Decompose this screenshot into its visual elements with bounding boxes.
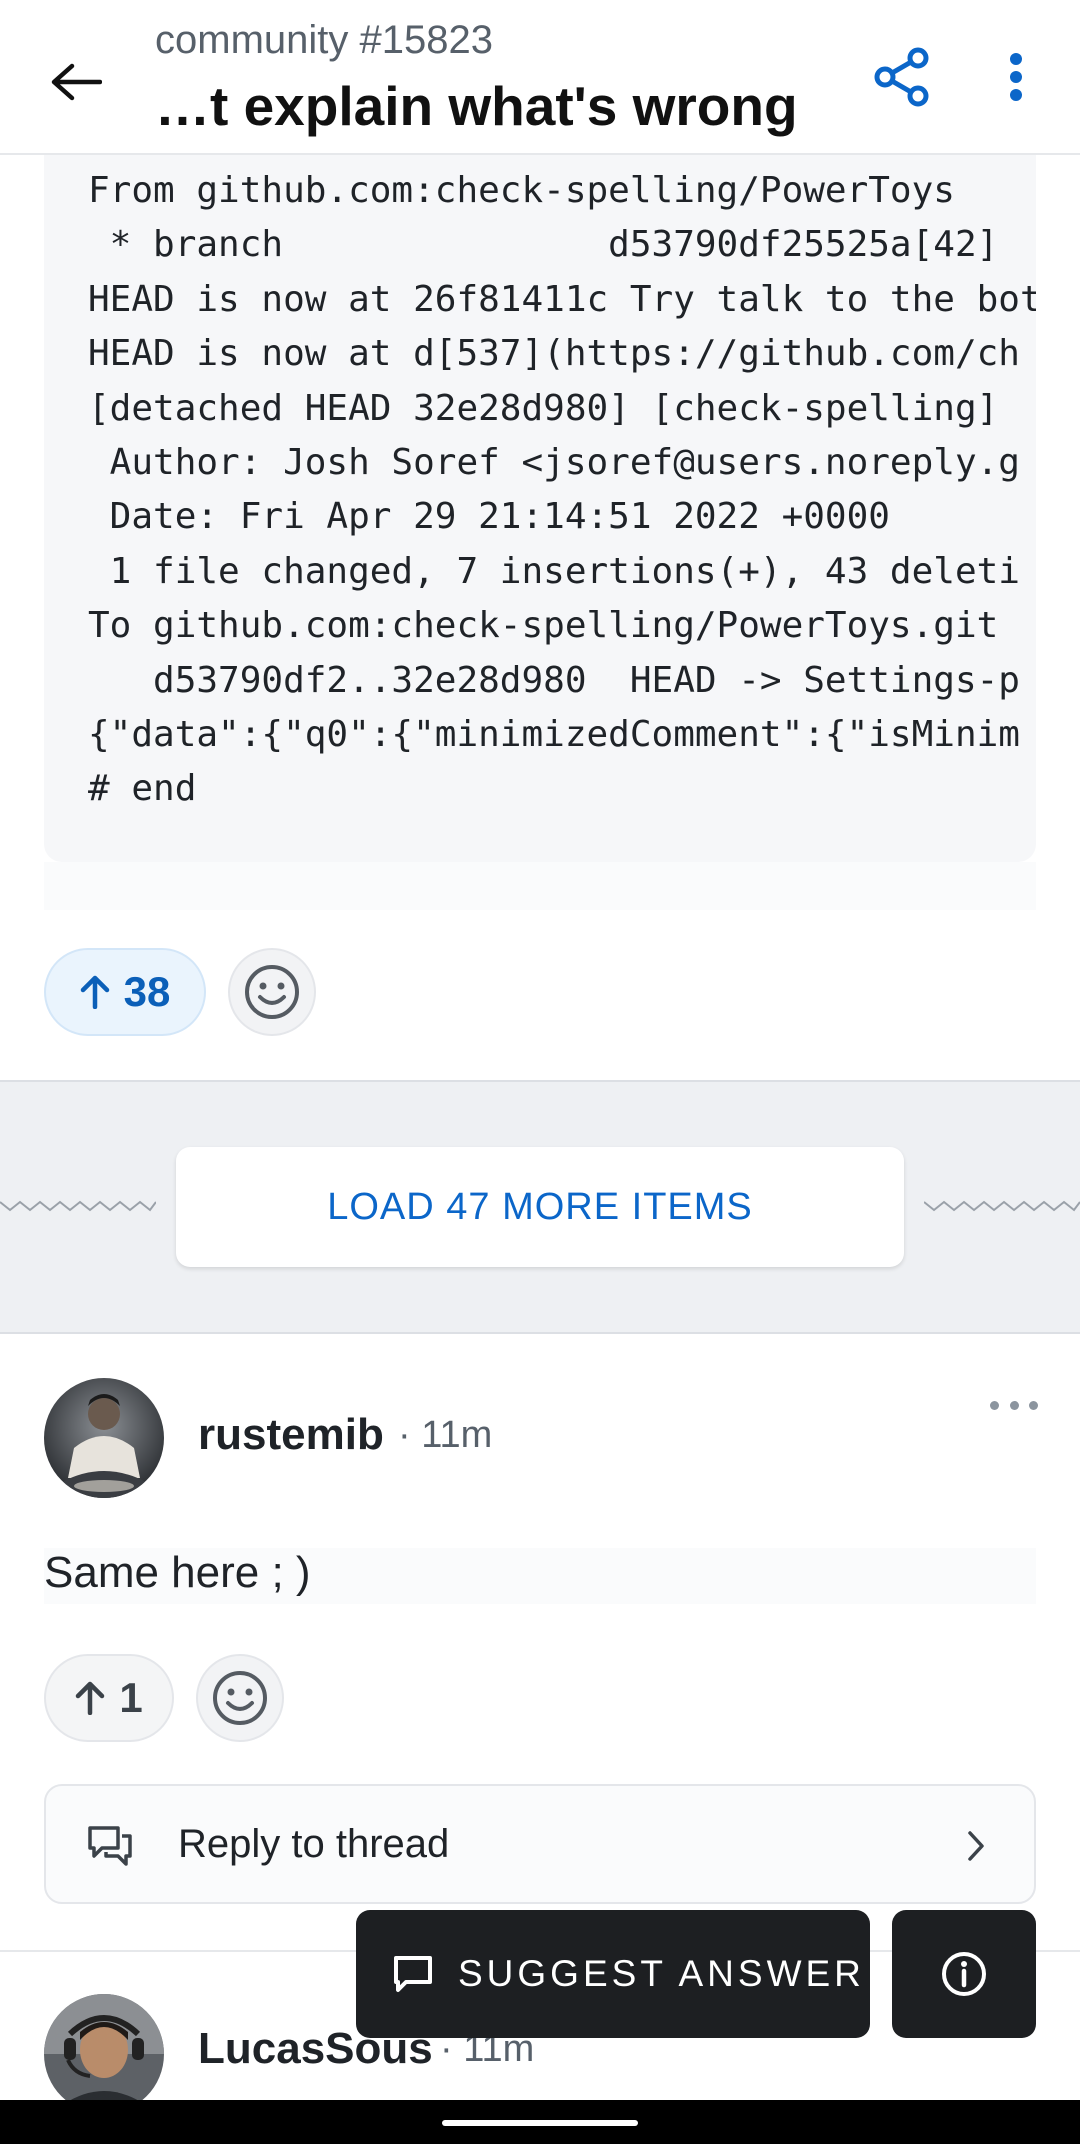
avatar[interactable] <box>44 1994 164 2114</box>
chat-bubbles-icon <box>88 1826 132 1866</box>
back-button[interactable] <box>44 50 108 114</box>
code-line: Author: Josh Soref <jsoref@users.noreply… <box>88 442 1020 483</box>
chevron-right-icon <box>968 1831 984 1861</box>
user-avatar-image <box>44 1994 164 2114</box>
page-title: …t explain what's wrong <box>155 75 798 137</box>
info-button[interactable] <box>892 1910 1036 2038</box>
code-line: [detached HEAD 32e28d980] [check-spellin… <box>88 387 1020 429</box>
comment-options-button[interactable] <box>990 1390 1038 1420</box>
home-gesture-handle[interactable] <box>442 2120 638 2126</box>
upvote-count: 38 <box>123 968 171 1015</box>
code-block: From github.com:check-spelling/PowerToys… <box>44 150 1036 862</box>
arrow-up-icon <box>80 975 109 1009</box>
comment-upvote-button[interactable]: 1 <box>44 1654 174 1742</box>
dot-icon <box>990 1400 999 1410</box>
code-line: 1 file changed, 7 insertions(+), 43 dele… <box>88 550 1020 592</box>
comment-body: Same here ; ) <box>44 1548 1036 1604</box>
comment-timestamp: · 11m <box>398 1414 493 1456</box>
arrow-up-icon <box>76 1681 105 1715</box>
zigzag-divider-right <box>924 1200 1080 1212</box>
smiley-icon <box>213 1671 267 1725</box>
comment-icon <box>394 1956 432 1992</box>
dot-icon <box>1029 1400 1038 1410</box>
code-line: HEAD is now at 26f81411c Try talk to the… <box>88 278 1036 320</box>
code-line: Date: Fri Apr 29 21:14:51 2022 +0000 <box>88 496 890 538</box>
load-more-button[interactable]: LOAD 47 MORE ITEMS <box>176 1147 904 1267</box>
code-line: To github.com:check-spelling/PowerToys.g… <box>88 605 999 647</box>
suggest-answer-label: SUGGEST ANSWER <box>458 1953 865 1994</box>
reply-to-thread-button[interactable]: Reply to thread <box>44 1784 1036 1904</box>
code-line: d53790df2..32e28d980 HEAD -> Settings-p <box>88 659 1020 701</box>
code-line: {"data":{"q0":{"minimizedComment":{"isMi… <box>88 714 1020 755</box>
suggest-answer-button[interactable]: SUGGEST ANSWER <box>356 1910 870 2038</box>
code-line: # end <box>88 768 197 810</box>
community-label: community #15823 <box>155 18 493 62</box>
more-vertical-icon <box>1010 53 1022 101</box>
comment-author[interactable]: rustemib <box>198 1410 384 1460</box>
overflow-menu-button[interactable] <box>988 45 1044 109</box>
comment-upvote-count: 1 <box>119 1674 143 1721</box>
code-line: HEAD is now at d[537](https://github.com… <box>88 333 1020 375</box>
top-app-bar: community #15823 …t explain what's wrong <box>0 0 1080 155</box>
code-block-footer <box>44 862 1036 910</box>
share-icon <box>874 47 929 107</box>
smiley-icon <box>245 965 299 1019</box>
reply-label: Reply to thread <box>178 1822 450 1866</box>
zigzag-divider-left <box>0 1200 156 1212</box>
code-line: * branch d53790df25525a[42] <box>88 224 999 266</box>
add-reaction-button[interactable] <box>228 948 316 1036</box>
share-button[interactable] <box>870 45 934 109</box>
arrow-left-icon <box>51 63 102 101</box>
comment-add-reaction-button[interactable] <box>196 1654 284 1742</box>
user-avatar-image <box>44 1378 164 1498</box>
upvote-button[interactable]: 38 <box>44 948 206 1036</box>
code-line: From github.com:check-spelling/PowerToys <box>88 170 955 211</box>
avatar[interactable] <box>44 1378 164 1498</box>
info-icon <box>942 1952 986 1996</box>
dot-icon <box>1009 1400 1019 1410</box>
